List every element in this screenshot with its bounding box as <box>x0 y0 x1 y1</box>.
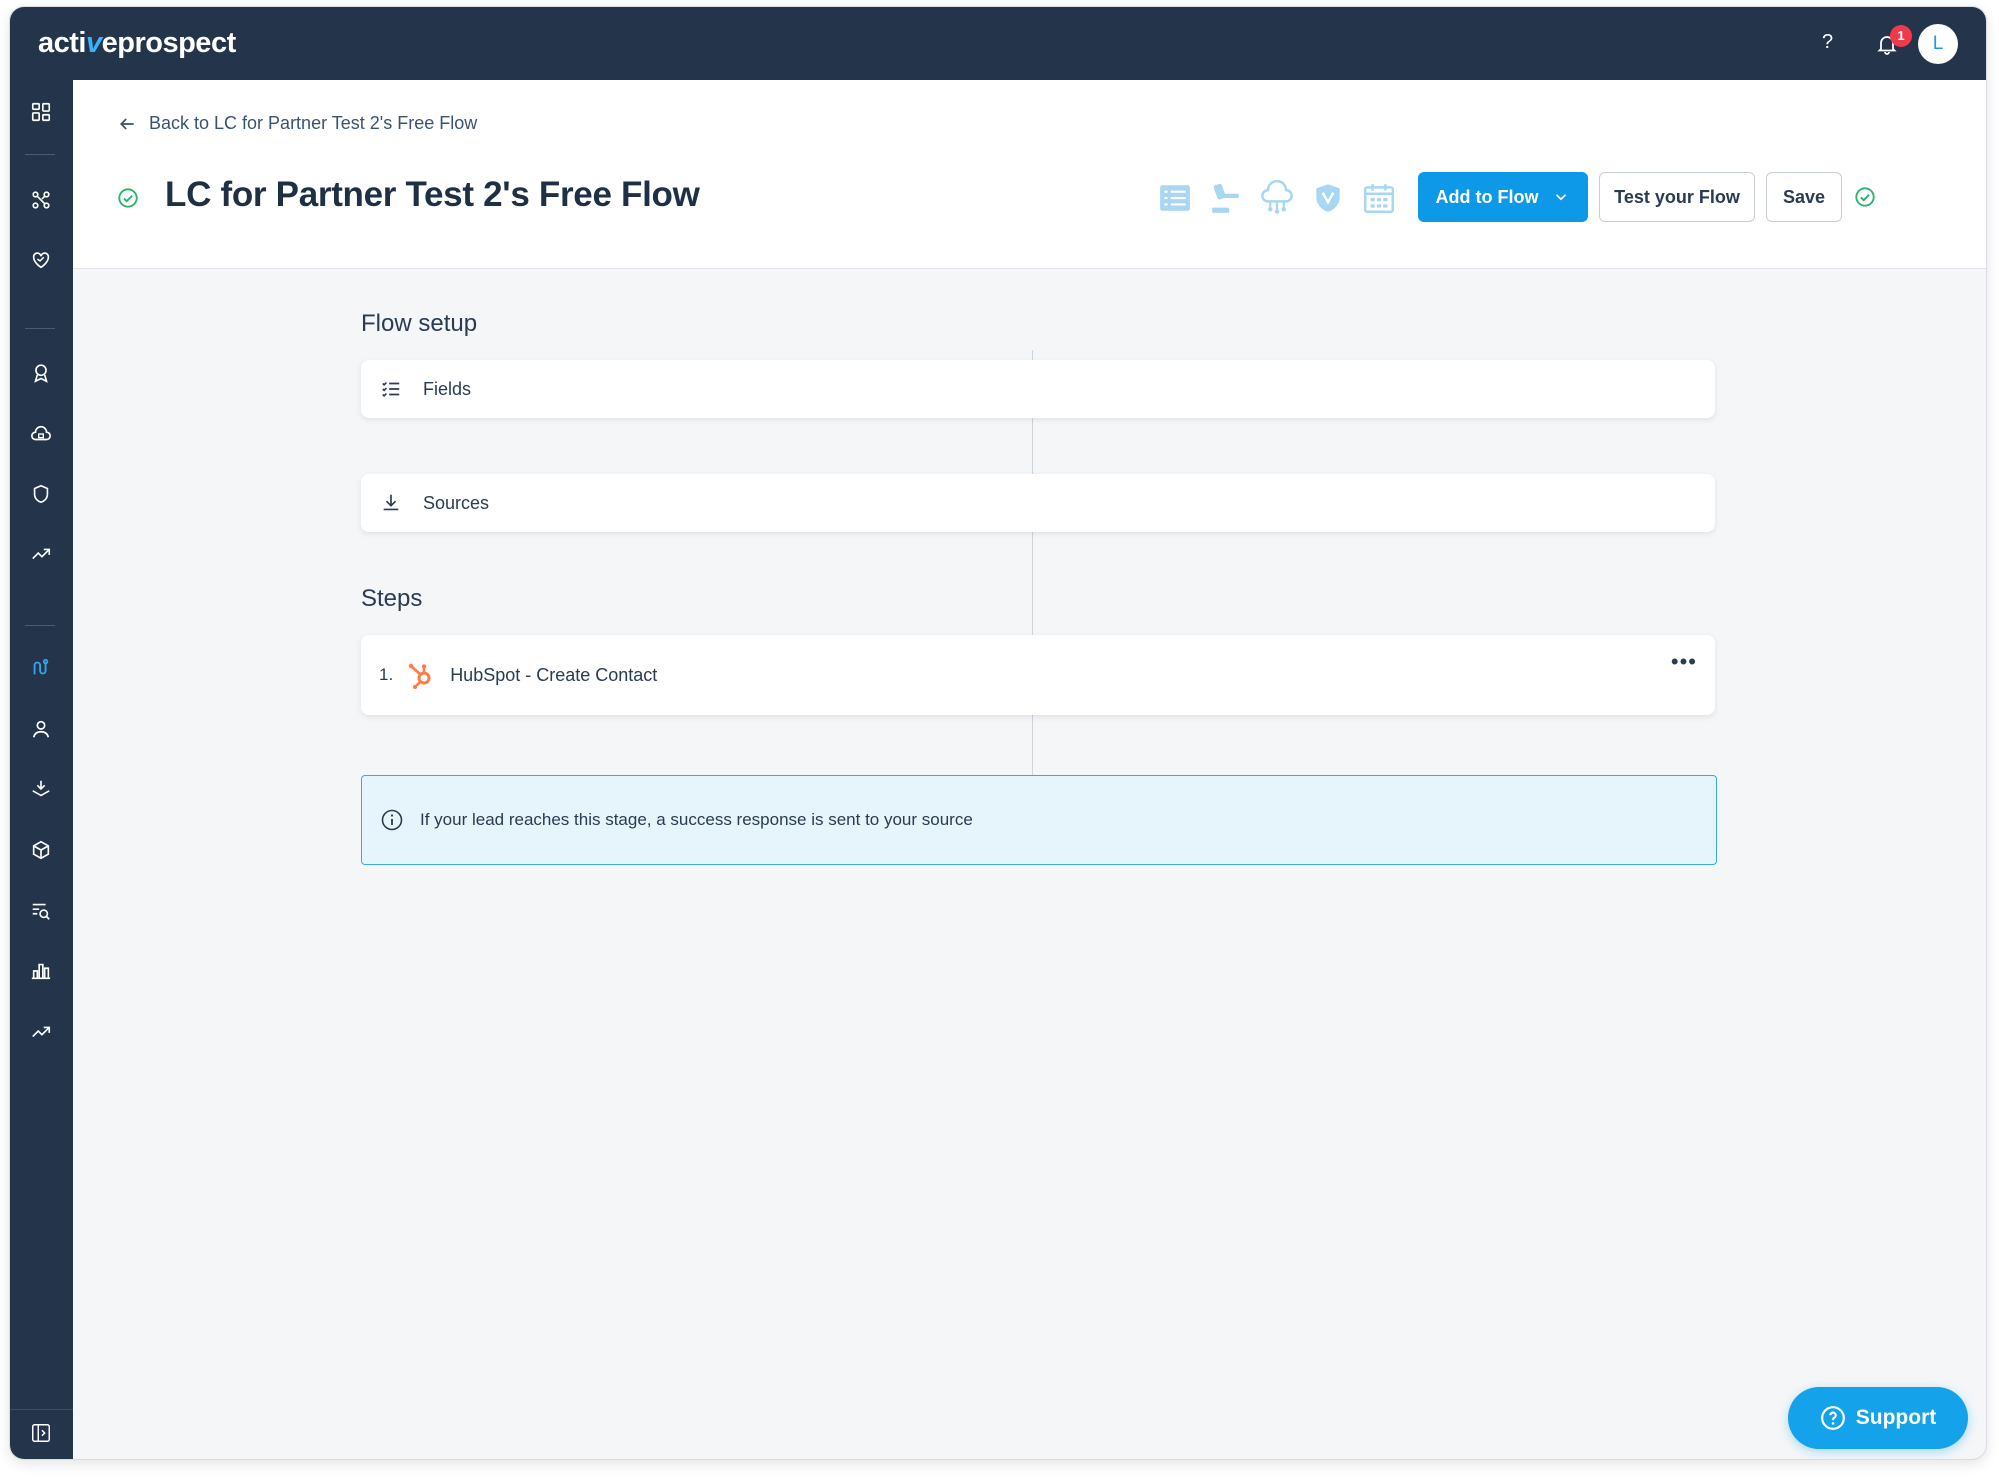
info-banner: If your lead reaches this stage, a succe… <box>361 775 1717 865</box>
add-to-flow-label: Add to Flow <box>1435 186 1539 207</box>
test-flow-button[interactable]: Test your Flow <box>1599 172 1755 222</box>
top-bar: activeprospect ? 1 L <box>10 7 1986 80</box>
box-icon[interactable] <box>24 833 58 867</box>
trend-up-icon[interactable] <box>24 1015 58 1049</box>
flow-connector-line <box>1032 350 1033 847</box>
sidebar-divider <box>25 625 55 626</box>
arrow-left-icon <box>119 117 134 130</box>
search-list-icon[interactable] <box>24 894 58 928</box>
notification-badge: 1 <box>1890 25 1912 47</box>
list-icon[interactable] <box>1156 178 1193 218</box>
add-to-flow-button[interactable]: Add to Flow <box>1418 172 1588 222</box>
hubspot-icon <box>408 663 431 689</box>
award-icon[interactable] <box>24 356 58 390</box>
flows-icon[interactable] <box>24 183 58 217</box>
steps-title: Steps <box>361 585 423 612</box>
more-options-icon[interactable]: ••• <box>1671 651 1697 673</box>
sidebar-divider <box>25 154 55 155</box>
info-icon <box>381 809 403 831</box>
sources-card[interactable]: Sources <box>361 474 1715 532</box>
stack-download-icon[interactable] <box>24 772 58 806</box>
cloud-network-icon[interactable] <box>1258 178 1295 218</box>
save-button[interactable]: Save <box>1766 172 1842 222</box>
heart-handshake-icon[interactable] <box>24 243 58 277</box>
info-text: If your lead reaches this stage, a succe… <box>420 810 973 829</box>
download-icon <box>379 491 403 515</box>
flow-setup-title: Flow setup <box>361 310 478 337</box>
app-window: activeprospect ? 1 L Back to LC for Part… <box>10 7 1986 1459</box>
sidebar-divider <box>10 1409 73 1410</box>
checklist-icon <box>379 377 403 401</box>
logo[interactable]: activeprospect <box>38 27 236 60</box>
sidebar <box>10 80 73 1459</box>
toolbar-icons <box>1156 178 1397 218</box>
chevron-down-icon <box>1556 194 1567 201</box>
verify-shield-icon[interactable] <box>1309 178 1346 218</box>
shield-icon[interactable] <box>24 477 58 511</box>
gavel-icon[interactable] <box>1207 178 1244 218</box>
calendar-icon[interactable] <box>1360 178 1397 218</box>
status-check-icon <box>118 188 138 208</box>
flow-builder-icon[interactable] <box>24 651 58 685</box>
question-circle-icon <box>1820 1406 1845 1430</box>
trend-icon[interactable] <box>24 537 58 571</box>
sidebar-divider <box>25 328 55 329</box>
avatar[interactable]: L <box>1918 24 1958 64</box>
fields-card[interactable]: Fields <box>361 360 1715 418</box>
step-number: 1. <box>379 665 394 684</box>
page-header: Back to LC for Partner Test 2's Free Flo… <box>73 80 1986 269</box>
page-title: LC for Partner Test 2's Free Flow <box>165 175 700 214</box>
step-label: HubSpot - Create Contact <box>450 664 658 685</box>
back-link-label: Back to LC for Partner Test 2's Free Flo… <box>149 113 478 133</box>
support-label: Support <box>1855 1406 1937 1429</box>
help-button[interactable]: ? <box>1822 31 1833 54</box>
main-content: Back to LC for Partner Test 2's Free Flo… <box>73 80 1986 1459</box>
bar-chart-icon[interactable] <box>24 954 58 988</box>
dashboard-icon[interactable] <box>24 95 58 129</box>
step-card[interactable]: 1. HubSpot - Create Contact ••• <box>361 635 1715 715</box>
sidebar-toggle-icon[interactable] <box>24 1416 58 1450</box>
back-link[interactable]: Back to LC for Partner Test 2's Free Flo… <box>117 113 477 134</box>
user-icon[interactable] <box>24 712 58 746</box>
sources-label: Sources <box>423 492 490 513</box>
support-button[interactable]: Support <box>1788 1387 1968 1449</box>
fields-label: Fields <box>423 378 472 399</box>
cloud-lock-icon[interactable] <box>24 417 58 451</box>
saved-check-icon <box>1855 187 1875 207</box>
